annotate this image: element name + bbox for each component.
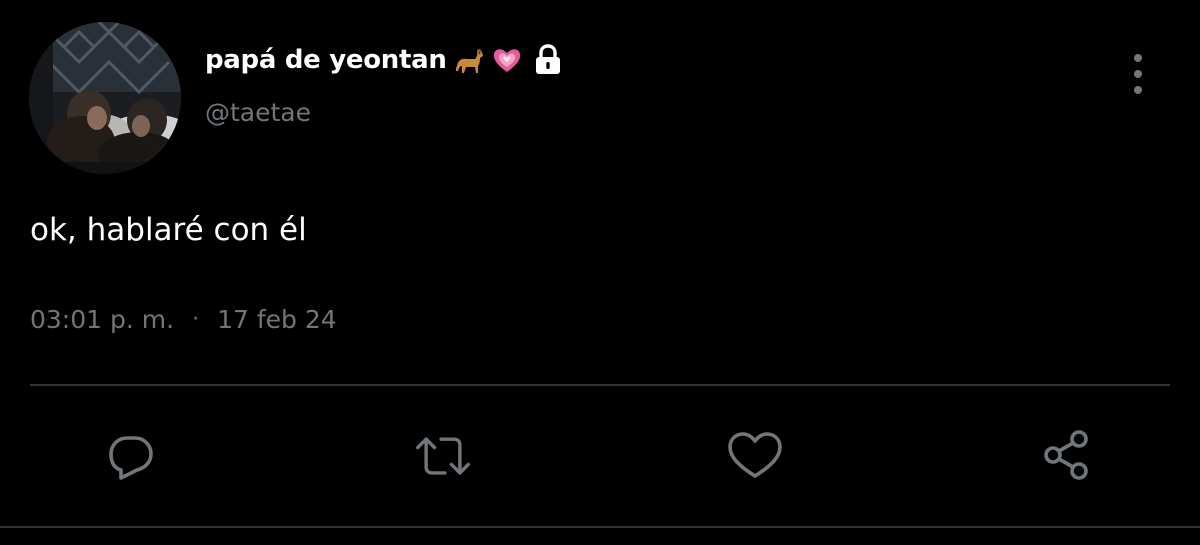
reply-button[interactable] [101,426,161,486]
retweet-icon [416,437,470,475]
avatar[interactable] [29,22,181,174]
avatar-photo [29,22,181,174]
like-button[interactable] [725,426,785,486]
tweet-time[interactable]: 03:01 p. m. [30,305,174,334]
retweet-button[interactable] [413,426,473,486]
reply-icon [109,436,153,480]
share-icon [1044,430,1088,480]
divider [30,384,1170,386]
tweet-text: ok, hablaré con él [30,212,307,248]
more-options-button[interactable] [1122,52,1154,96]
dog-emoji [453,44,485,76]
user-handle[interactable]: @taetae [205,98,311,127]
heart-icon [728,432,782,478]
action-bar [0,420,1200,492]
display-name-row: papá de yeontan [205,40,563,80]
tweet-date[interactable]: 17 feb 24 [217,305,337,334]
tweet-card: papá de yeontan @taetae ok, hablaré con … [0,0,1200,545]
display-name[interactable]: papá de yeontan [205,45,447,75]
meta-separator: · [192,307,200,332]
growing-heart-emoji [491,44,523,76]
lock-icon [533,44,563,76]
tweet-timestamp: 03:01 p. m. · 17 feb 24 [30,305,337,334]
share-button[interactable] [1038,426,1098,486]
divider [0,526,1200,528]
more-dot [1134,86,1142,94]
more-vertical-icon [1134,54,1142,62]
more-dot [1134,70,1142,78]
